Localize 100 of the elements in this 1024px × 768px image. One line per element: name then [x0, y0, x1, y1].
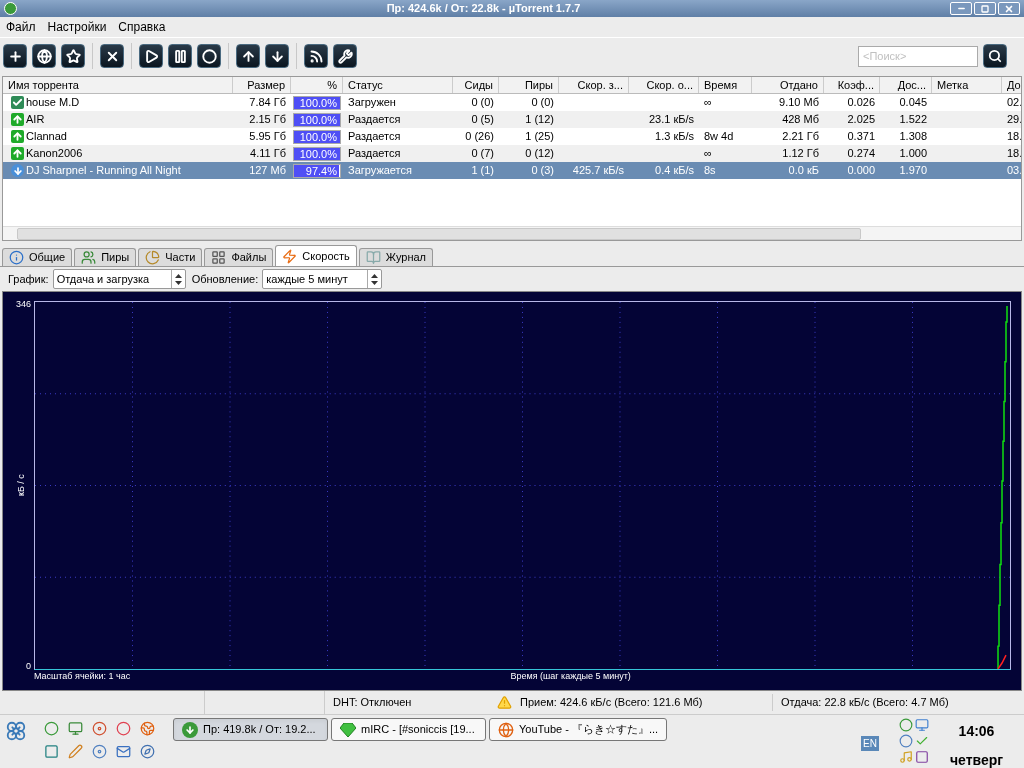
column-header[interactable]: Время — [699, 77, 752, 93]
disc-icon[interactable] — [92, 721, 107, 736]
toolbar-button[interactable] — [265, 44, 289, 68]
minimize-button[interactable] — [950, 2, 972, 15]
monitor-icon[interactable] — [68, 721, 83, 736]
table-cell: 1.970 — [899, 164, 927, 177]
tab[interactable]: Части — [138, 248, 203, 266]
table-cell: Загружается — [348, 164, 412, 177]
circle-icon[interactable] — [899, 734, 913, 748]
column-header[interactable]: Статус — [343, 77, 453, 93]
table-cell: ∞ — [704, 96, 712, 109]
taskbar-button[interactable]: Пр: 419.8k / От: 19.2... — [173, 718, 328, 741]
taskbar-button[interactable]: YouTube - 『らき☆すた』... — [489, 718, 668, 741]
column-header[interactable]: Скор. о... — [629, 77, 699, 93]
torrent-row[interactable]: AIR 2.15 Гб 100.0% Раздается 0 (5) 1 (12) 23.1 кБ/s 428 Мб 2.025 1.522 29. — [3, 111, 1021, 128]
tab[interactable]: Журнал — [358, 248, 433, 266]
search-field[interactable]: <Поиск> — [858, 45, 978, 67]
column-header[interactable]: Сиды — [453, 77, 499, 93]
tab[interactable]: Скорость — [275, 245, 357, 266]
torrent-row[interactable]: DJ Sharpnel - Running All Night 127 Мб 97.4% Загружается 1 (1) 0 (3) 425.7 кБ/s 0.4 кБ/s 8s 0.0 кБ 0.000 1.970 03. — [3, 162, 1021, 179]
rss-icon — [308, 48, 324, 64]
table-cell: Загружен — [348, 96, 396, 109]
table-cell-text: Clannad — [26, 129, 67, 145]
table-cell: Раздается — [348, 130, 401, 143]
table-cell: 1.12 Гб — [782, 147, 819, 160]
axis-value: 346 — [15, 298, 31, 311]
table-cell: 7.84 Гб — [249, 96, 286, 109]
tab[interactable]: Пиры — [74, 248, 137, 266]
circle-icon[interactable] — [899, 718, 913, 732]
status-text: Отдача: 22.8 кБ/с (Всего: 4.7 Мб) — [772, 694, 949, 711]
table-cell: 03. — [1007, 164, 1021, 177]
check-icon[interactable] — [915, 734, 929, 748]
taskbar-button[interactable]: mIRC - [#soniccis [19... — [331, 718, 486, 741]
table-cell: 0.000 — [847, 164, 875, 177]
language-indicator[interactable]: EN — [861, 736, 879, 751]
disc-icon[interactable] — [92, 744, 107, 759]
column-header[interactable]: Размер — [233, 77, 291, 93]
column-header[interactable]: Коэф... — [824, 77, 880, 93]
toolbar-button[interactable] — [61, 44, 85, 68]
column-header[interactable]: Метка — [932, 77, 1002, 93]
table-cell: 428 Мб — [782, 113, 819, 126]
close-button[interactable] — [998, 2, 1020, 15]
square-icon[interactable] — [44, 744, 59, 759]
toolbar-button[interactable] — [304, 44, 328, 68]
square-icon[interactable] — [915, 750, 929, 764]
axis-title: кБ / с — [15, 474, 27, 496]
toolbar-button[interactable] — [32, 44, 56, 68]
toolbar-button[interactable] — [197, 44, 221, 68]
column-header[interactable]: Имя торрента — [3, 77, 233, 93]
status-text: Прием: 424.6 кБ/с (Всего: 121.6 Мб) — [519, 695, 704, 711]
table-cell-text: DJ Sharpnel - Running All Night — [26, 163, 181, 179]
column-header[interactable]: Отдано — [752, 77, 824, 93]
column-header[interactable]: До — [1002, 77, 1021, 93]
table-cell-text: AIR — [26, 112, 45, 128]
monitor-icon[interactable] — [915, 718, 929, 732]
tab[interactable]: Файлы — [204, 248, 274, 266]
warning-icon — [497, 695, 512, 710]
add-icon — [7, 48, 23, 64]
maximize-button[interactable] — [974, 2, 996, 15]
pie-icon — [145, 250, 161, 265]
column-header[interactable]: % — [291, 77, 343, 93]
table-cell: 0 (5) — [471, 113, 494, 126]
settings-icon — [337, 48, 353, 64]
window-title: Пр: 424.6k / От: 22.8k - µTorrent 1.7.7 — [385, 1, 582, 17]
circle-icon[interactable] — [116, 721, 131, 736]
compass-icon[interactable] — [140, 744, 155, 759]
toolbar-button[interactable] — [333, 44, 357, 68]
column-header[interactable]: Дос... — [880, 77, 932, 93]
menu-item[interactable]: Настройки — [41, 18, 113, 36]
toolbar-button[interactable] — [139, 44, 163, 68]
torrent-row[interactable]: Kanon2006 4.11 Гб 100.0% Раздается 0 (7) 0 (12) ∞ 1.12 Гб 0.274 1.000 18. — [3, 145, 1021, 162]
progress-text: 100.0% — [298, 96, 338, 109]
table-cell: 0.026 — [847, 96, 875, 109]
table-cell: 0 (26) — [465, 130, 494, 143]
toolbar-button[interactable] — [236, 44, 260, 68]
table-cell-text: Kanon2006 — [26, 146, 83, 162]
dropdown[interactable]: Отдача и загрузка — [52, 269, 186, 289]
dropdown[interactable]: каждые 5 минут — [262, 269, 383, 289]
search-button[interactable] — [983, 44, 1007, 68]
menu-item[interactable]: Справка — [112, 18, 172, 36]
play-icon — [143, 48, 159, 64]
globe-icon[interactable] — [140, 721, 155, 736]
column-header[interactable]: Пиры — [499, 77, 559, 93]
pencil-icon[interactable] — [68, 744, 83, 759]
mail-icon[interactable] — [116, 744, 131, 759]
note-icon[interactable] — [899, 750, 913, 764]
circle-icon[interactable] — [44, 721, 59, 736]
option-label: График: — [8, 271, 49, 287]
toolbar-button[interactable] — [100, 44, 124, 68]
option-label: Обновление: — [191, 271, 259, 287]
clock-time: 14:06 — [958, 722, 995, 741]
table-cell: 0.371 — [847, 130, 875, 143]
toolbar-button[interactable] — [168, 44, 192, 68]
menu-item[interactable]: Файл — [0, 18, 42, 36]
table-cell: 1.308 — [899, 130, 927, 143]
horizontal-scrollbar[interactable] — [3, 226, 1021, 240]
toolbar-button[interactable] — [3, 44, 27, 68]
tab[interactable]: Общие — [2, 248, 73, 266]
column-header[interactable]: Скор. з... — [559, 77, 629, 93]
table-cell: 23.1 кБ/s — [648, 113, 694, 126]
